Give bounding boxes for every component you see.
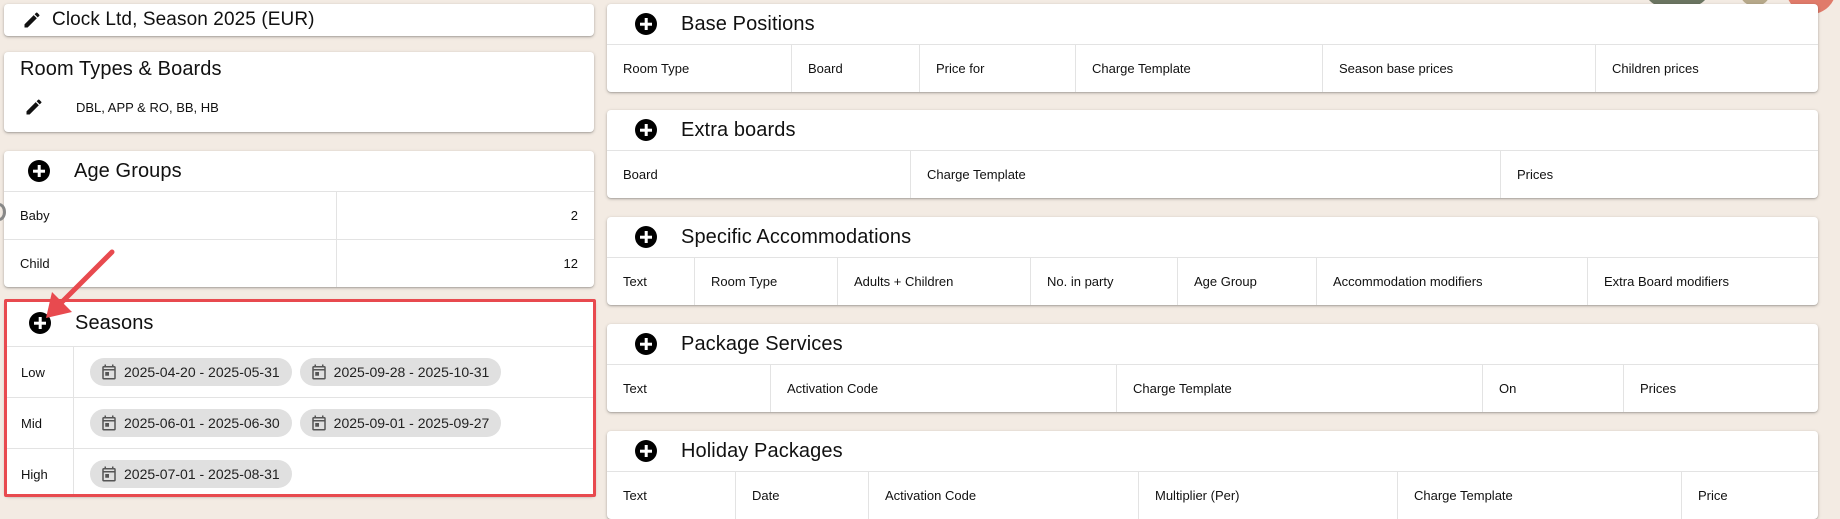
column-header[interactable]: Activation Code [770, 365, 1116, 412]
date-range-label: 2025-09-01 - 2025-09-27 [333, 415, 490, 431]
date-range-label: 2025-04-20 - 2025-05-31 [124, 364, 280, 380]
room-types-summary: DBL, APP & RO, BB, HB [76, 100, 219, 115]
seasons-card: Seasons Low 2025-04-20 - 2025-05-31 2025… [5, 300, 595, 496]
annotation-arrow [46, 249, 115, 318]
column-header[interactable]: Prices [1500, 151, 1818, 198]
calendar-icon [102, 466, 116, 482]
date-range-chip[interactable]: 2025-04-20 - 2025-05-31 [90, 358, 292, 386]
season-dates: 2025-04-20 - 2025-05-31 2025-09-28 - 202… [73, 347, 595, 397]
column-header[interactable]: Charge Template [1397, 472, 1681, 519]
column-header[interactable]: Children prices [1595, 45, 1818, 92]
holiday-packages-title: Holiday Packages [681, 439, 843, 462]
page-title: Clock Ltd, Season 2025 (EUR) [52, 9, 315, 30]
age-groups-title: Age Groups [74, 159, 182, 182]
date-range-chip[interactable]: 2025-07-01 - 2025-08-31 [90, 460, 292, 488]
date-range-chip[interactable]: 2025-06-01 - 2025-06-30 [90, 409, 292, 437]
column-header[interactable]: Room Type [607, 45, 791, 92]
header-card: Clock Ltd, Season 2025 (EUR) [4, 4, 594, 36]
column-header[interactable]: Price [1681, 472, 1818, 519]
column-header[interactable]: Prices [1623, 365, 1818, 412]
column-header[interactable]: Board [607, 151, 910, 198]
pencil-icon[interactable] [24, 97, 44, 117]
column-header[interactable]: Age Group [1177, 258, 1316, 305]
room-types-title: Room Types & Boards [20, 58, 222, 80]
calendar-icon [311, 415, 326, 431]
calendar-icon [102, 364, 116, 380]
column-header[interactable]: Charge Template [1075, 45, 1322, 92]
table-row: Baby 2 [4, 191, 594, 239]
date-range-label: 2025-07-01 - 2025-08-31 [124, 466, 280, 482]
table-header-row: Board Charge Template Prices [607, 150, 1818, 198]
extra-boards-card: Extra boards Board Charge Template Price… [607, 110, 1818, 198]
holiday-packages-card: Holiday Packages Text Date Activation Co… [607, 431, 1818, 519]
column-header[interactable]: Charge Template [910, 151, 1500, 198]
column-header[interactable]: Charge Template [1116, 365, 1482, 412]
column-header[interactable]: Price for [919, 45, 1075, 92]
table-row: Mid 2025-06-01 - 2025-06-30 2025-09-01 -… [5, 397, 595, 448]
column-header[interactable]: Text [607, 258, 694, 305]
column-header[interactable]: Board [791, 45, 919, 92]
specific-accommodations-card: Specific Accommodations Text Room Type A… [607, 217, 1818, 305]
pencil-icon[interactable] [22, 10, 42, 30]
package-services-card: Package Services Text Activation Code Ch… [607, 324, 1818, 412]
add-base-position-icon[interactable] [635, 13, 657, 35]
season-name: Low [21, 364, 45, 380]
table-row: Low 2025-04-20 - 2025-05-31 2025-09-28 -… [5, 346, 595, 397]
base-positions-card: Base Positions Room Type Board Price for… [607, 4, 1818, 92]
age-group-name: Baby [20, 208, 50, 223]
specific-accommodations-title: Specific Accommodations [681, 225, 912, 248]
room-types-card: Room Types & Boards DBL, APP & RO, BB, H… [4, 52, 594, 132]
column-header[interactable]: Adults + Children [837, 258, 1030, 305]
table-header-row: Text Date Activation Code Multiplier (Pe… [607, 471, 1818, 519]
column-header[interactable]: Season base prices [1322, 45, 1595, 92]
season-name: High [21, 466, 48, 482]
date-range-label: 2025-06-01 - 2025-06-30 [124, 415, 280, 431]
calendar-icon [102, 415, 116, 431]
extra-boards-title: Extra boards [681, 118, 796, 141]
base-positions-title: Base Positions [681, 12, 815, 35]
age-group-value: 12 [336, 240, 594, 287]
column-header[interactable]: Activation Code [868, 472, 1138, 519]
column-header[interactable]: Room Type [694, 258, 837, 305]
date-range-chip[interactable]: 2025-09-28 - 2025-10-31 [299, 358, 502, 386]
add-package-service-icon[interactable] [635, 333, 657, 355]
table-header-row: Text Room Type Adults + Children No. in … [607, 257, 1818, 305]
table-row: High 2025-07-01 - 2025-08-31 [5, 448, 595, 496]
season-name: Mid [21, 415, 42, 431]
season-dates: 2025-07-01 - 2025-08-31 [73, 449, 595, 496]
add-extra-board-icon[interactable] [635, 119, 657, 141]
add-accommodation-icon[interactable] [635, 226, 657, 248]
add-age-group-icon[interactable] [28, 160, 50, 182]
column-header[interactable]: Date [735, 472, 868, 519]
column-header[interactable]: No. in party [1030, 258, 1177, 305]
column-header[interactable]: Multiplier (Per) [1138, 472, 1397, 519]
column-header[interactable]: Accommodation modifiers [1316, 258, 1587, 305]
table-header-row: Text Activation Code Charge Template On … [607, 364, 1818, 412]
table-header-row: Room Type Board Price for Charge Templat… [607, 44, 1818, 92]
date-range-chip[interactable]: 2025-09-01 - 2025-09-27 [299, 409, 502, 437]
calendar-icon [311, 364, 326, 380]
column-header[interactable]: On [1482, 365, 1623, 412]
column-header[interactable]: Text [607, 365, 770, 412]
date-range-label: 2025-09-28 - 2025-10-31 [333, 364, 490, 380]
package-services-title: Package Services [681, 332, 843, 355]
season-dates: 2025-06-01 - 2025-06-30 2025-09-01 - 202… [73, 398, 595, 448]
column-header[interactable]: Text [607, 472, 735, 519]
age-group-value: 2 [336, 192, 594, 239]
add-holiday-package-icon[interactable] [635, 440, 657, 462]
column-header[interactable]: Extra Board modifiers [1587, 258, 1818, 305]
